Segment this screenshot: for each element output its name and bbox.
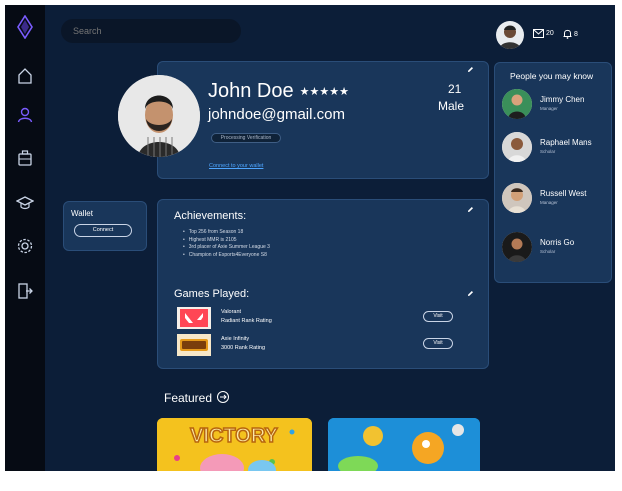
sidebar: [5, 5, 45, 471]
home-icon[interactable]: [16, 67, 34, 85]
profile-age: 21: [448, 82, 462, 96]
person-name: Norris Go: [540, 238, 575, 247]
person-role: Manager: [540, 106, 558, 111]
briefcase-icon[interactable]: [16, 149, 34, 167]
featured-tile[interactable]: VICTORY: [157, 418, 312, 471]
featured-tile[interactable]: [328, 418, 480, 471]
person-avatar: [502, 89, 532, 119]
featured-title: Featured: [164, 391, 213, 405]
person-item[interactable]: Norris Go Scholar: [502, 232, 610, 264]
game-rating: Radiant Rank Rating: [221, 318, 272, 324]
person-item[interactable]: Raphael Mans Scholar: [502, 132, 610, 164]
wallet-connect-button[interactable]: Connect: [74, 224, 132, 237]
person-avatar: [502, 232, 532, 262]
games-title: Games Played:: [174, 288, 250, 300]
logout-icon[interactable]: [16, 282, 34, 300]
person-role: Manager: [540, 200, 558, 205]
edit-profile-icon[interactable]: [467, 66, 474, 73]
person-role: Scholar: [540, 249, 556, 254]
person-item[interactable]: Jimmy Chen Manager: [502, 89, 610, 121]
mail-notifications[interactable]: 20: [533, 29, 554, 38]
wallet-label: Wallet: [71, 209, 93, 218]
edit-games-icon[interactable]: [467, 290, 474, 297]
edit-achievements-icon[interactable]: [467, 206, 474, 213]
profile-email: johndoe@gmail.com: [208, 106, 345, 123]
person-avatar: [502, 132, 532, 162]
person-avatar: [502, 183, 532, 213]
list-item: Highest MMR is 2105: [183, 237, 270, 245]
person-name: Russell West: [540, 189, 587, 198]
gear-icon[interactable]: [16, 237, 34, 255]
victory-text: VICTORY: [190, 425, 278, 447]
search-input[interactable]: [61, 19, 241, 43]
game-row-valorant: Valorant Radiant Rank Rating Visit: [177, 307, 477, 329]
list-item: Top 256 from Season 18: [183, 229, 270, 237]
bell-notifications[interactable]: 8: [563, 29, 578, 39]
game-row-axie: Axie Infinity 3000 Rank Rating Visit: [177, 334, 477, 356]
verification-badge: Processing Verification: [211, 133, 281, 143]
game-name: Valorant: [221, 309, 242, 315]
person-name: Jimmy Chen: [540, 95, 585, 104]
logo-crystal-icon[interactable]: [17, 15, 33, 39]
game-art-image: [328, 418, 480, 471]
person-name: Raphael Mans: [540, 138, 592, 147]
achievements-title: Achievements:: [174, 210, 247, 222]
list-item: 3rd placer of Axie Summer League 3: [183, 244, 270, 252]
user-icon[interactable]: [16, 106, 34, 124]
app-frame: 20 8 John Doe ★★★★★ johndoe@gmail.com Pro…: [5, 5, 615, 471]
game-rating: 3000 Rank Rating: [221, 345, 266, 351]
connect-wallet-link[interactable]: Connect to your wallet: [209, 163, 263, 169]
arrow-circle-icon[interactable]: [216, 390, 230, 404]
bell-icon: [563, 29, 572, 39]
people-title: People you may know: [510, 71, 594, 81]
profile-gender: Male: [438, 99, 465, 113]
person-item[interactable]: Russell West Manager: [502, 183, 610, 215]
avatar[interactable]: [496, 21, 524, 49]
achievements-list: Top 256 from Season 18 Highest MMR is 21…: [183, 229, 270, 259]
mail-count: 20: [546, 30, 554, 37]
valorant-logo-icon: [177, 307, 211, 329]
list-item: Champion of Esports4Everyone S8: [183, 252, 270, 260]
profile-name-text: John Doe: [208, 80, 294, 102]
profile-avatar: [118, 75, 200, 157]
graduation-cap-icon[interactable]: [16, 194, 34, 212]
mail-icon: [533, 29, 544, 38]
victory-banner-image: VICTORY: [157, 418, 312, 471]
visit-valorant-button[interactable]: Visit: [423, 311, 453, 322]
person-role: Scholar: [540, 149, 556, 154]
axie-logo-icon: [177, 334, 211, 356]
game-name: Axie Infinity: [221, 336, 250, 342]
bell-count: 8: [574, 30, 578, 38]
visit-axie-button[interactable]: Visit: [423, 338, 453, 349]
rating-stars: ★★★★★: [299, 86, 349, 99]
profile-name: John Doe ★★★★★: [208, 80, 349, 103]
